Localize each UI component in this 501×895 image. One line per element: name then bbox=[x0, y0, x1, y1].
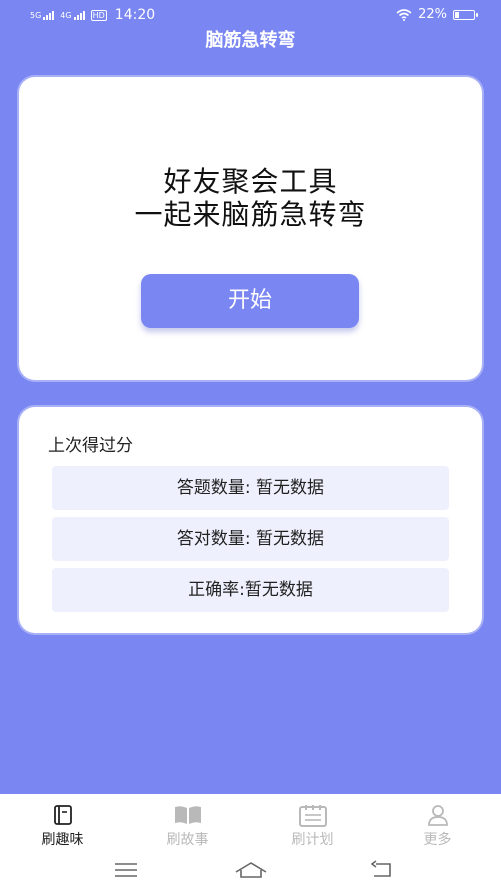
status-left: 5G 4G HD 14:20 bbox=[30, 7, 155, 23]
network-4g-indicator: 4G bbox=[60, 10, 85, 20]
back-icon[interactable] bbox=[368, 860, 394, 880]
network-4g-label: 4G bbox=[60, 10, 72, 20]
tab-label: 更多 bbox=[423, 832, 452, 848]
signal-icon bbox=[73, 10, 85, 20]
status-right: 22% bbox=[396, 7, 478, 22]
start-button[interactable]: 开始 bbox=[141, 274, 359, 328]
wifi-icon bbox=[396, 8, 412, 21]
stat-row-answered: 答题数量: 暂无数据 bbox=[52, 466, 449, 510]
battery-icon bbox=[453, 9, 478, 20]
home-icon[interactable] bbox=[234, 860, 268, 880]
status-time: 14:20 bbox=[114, 7, 156, 23]
tab-fun[interactable]: 刷趣味 bbox=[0, 794, 125, 849]
menu-icon[interactable] bbox=[114, 860, 138, 880]
book-icon bbox=[53, 805, 72, 825]
hero-line-2: 一起来脑筋急转弯 bbox=[134, 198, 367, 231]
battery-fill bbox=[455, 11, 460, 18]
tab-plan[interactable]: 刷计划 bbox=[250, 794, 375, 849]
signal-icon bbox=[43, 10, 55, 20]
network-5g-label: 5G bbox=[30, 10, 42, 20]
hd-badge: HD bbox=[90, 9, 107, 21]
battery-percent: 22% bbox=[418, 7, 447, 22]
user-icon bbox=[427, 805, 448, 826]
system-nav-bar bbox=[0, 855, 501, 895]
tab-more[interactable]: 更多 bbox=[375, 794, 500, 849]
network-5g-indicator: 5G bbox=[30, 10, 55, 20]
stat-row-correct: 答对数量: 暂无数据 bbox=[52, 517, 449, 561]
tab-label: 刷趣味 bbox=[41, 832, 84, 848]
tab-label: 刷计划 bbox=[291, 832, 334, 848]
score-title: 上次得过分 bbox=[48, 436, 133, 456]
page-title: 脑筋急转弯 bbox=[205, 30, 296, 51]
calendar-icon bbox=[298, 805, 327, 827]
tab-story[interactable]: 刷故事 bbox=[125, 794, 250, 849]
tab-label: 刷故事 bbox=[166, 832, 209, 848]
open-book-icon bbox=[174, 806, 201, 824]
stat-row-accuracy: 正确率:暂无数据 bbox=[52, 568, 449, 612]
